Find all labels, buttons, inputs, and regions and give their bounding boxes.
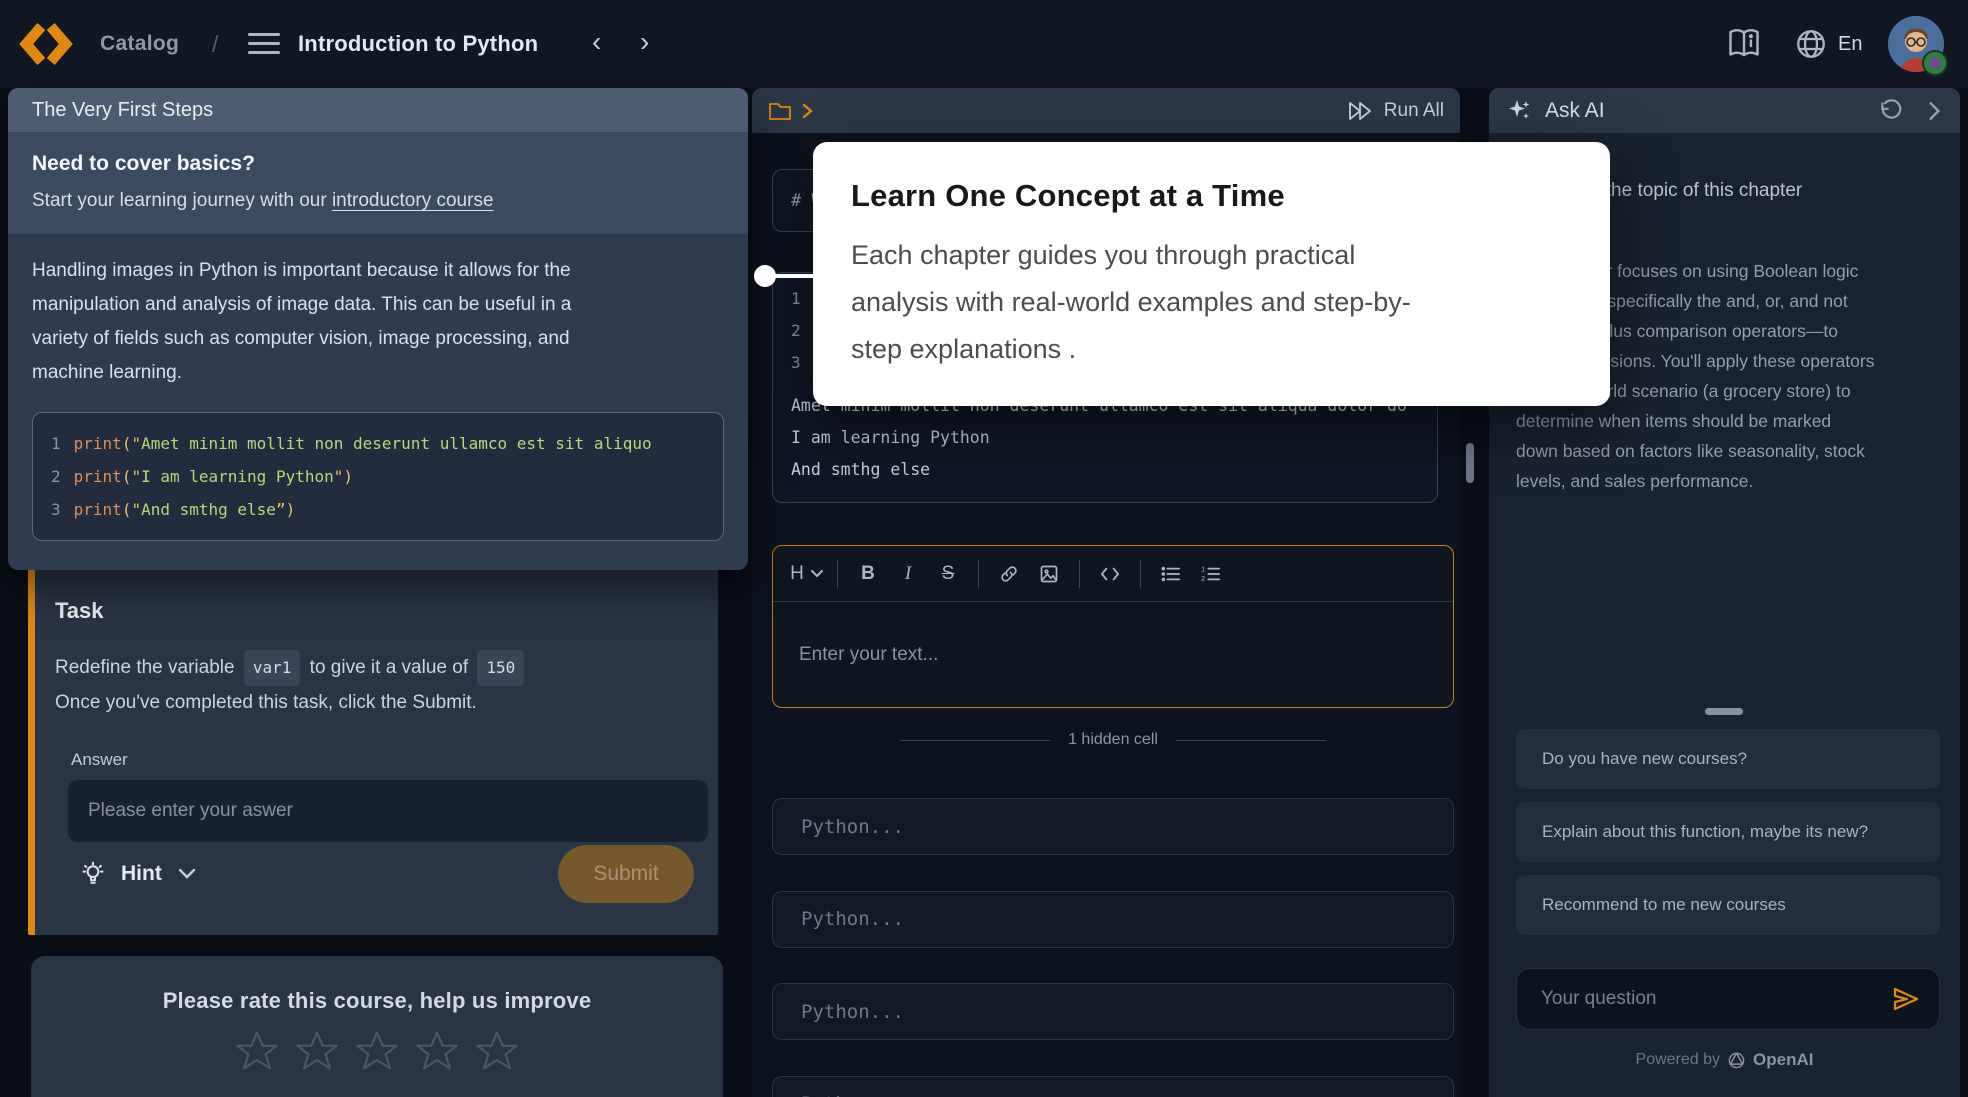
toolbar-separator xyxy=(837,560,838,588)
prev-chapter-button[interactable]: ‹ xyxy=(592,0,601,88)
ordered-list-icon[interactable]: 1 2 xyxy=(1194,557,1228,591)
app-root: Catalog / Introduction to Python ‹ › En xyxy=(0,0,1968,1097)
tour-tooltip: Learn One Concept at a Time Each chapter… xyxy=(813,142,1610,406)
file-icon[interactable] xyxy=(768,100,792,122)
hint-label: Hint xyxy=(121,862,162,886)
star-icon[interactable] xyxy=(474,1028,520,1074)
star-icon[interactable] xyxy=(354,1028,400,1074)
python-code-cell[interactable]: Python... xyxy=(772,891,1454,948)
callout-heading: Need to cover basics? xyxy=(32,152,724,176)
openai-brand-label: OpenAI xyxy=(1753,1050,1813,1070)
toolbar-separator xyxy=(1140,560,1141,588)
question-input[interactable] xyxy=(1517,988,1891,1010)
hidden-cell-label: 1 hidden cell xyxy=(1068,731,1158,749)
bullet-list-icon[interactable] xyxy=(1154,557,1188,591)
answer-label: Answer xyxy=(71,750,694,770)
italic-button[interactable]: I xyxy=(891,557,925,591)
python-code-cell[interactable]: Python... xyxy=(772,798,1454,855)
svg-text:2: 2 xyxy=(1201,574,1205,583)
run-all-label: Run All xyxy=(1384,100,1444,122)
answer-input[interactable] xyxy=(68,780,708,842)
tour-tooltip-body: Each chapter guides you through practica… xyxy=(851,232,1572,373)
heading-dropdown[interactable]: H xyxy=(790,557,824,591)
tour-tooltip-title: Learn One Concept at a Time xyxy=(851,178,1572,214)
svg-text:1: 1 xyxy=(1201,565,1205,573)
breadcrumb-catalog[interactable]: Catalog xyxy=(100,0,179,88)
reset-conversation-icon[interactable] xyxy=(1878,98,1904,124)
submit-button[interactable]: Submit xyxy=(558,845,694,903)
suggestion-chip[interactable]: Explain about this function, maybe its n… xyxy=(1516,802,1940,862)
image-icon[interactable] xyxy=(1032,557,1066,591)
language-globe-icon[interactable] xyxy=(1794,27,1828,61)
collapse-panel-chevron-icon[interactable] xyxy=(1926,100,1942,122)
ask-ai-header: Ask AI xyxy=(1489,88,1960,133)
basics-callout: Need to cover basics? Start your learnin… xyxy=(8,132,748,234)
var-chip: var1 xyxy=(244,650,301,686)
run-all-button[interactable]: Run All xyxy=(1347,100,1444,122)
toolbar-separator xyxy=(978,560,979,588)
notebook-toolbar: Run All xyxy=(752,88,1460,133)
chapters-menu-icon[interactable] xyxy=(248,33,280,55)
lesson-tour-popover: The Very First Steps Need to cover basic… xyxy=(8,88,748,570)
brand-logo-icon[interactable] xyxy=(18,16,74,72)
introductory-course-link[interactable]: introductory course xyxy=(332,190,494,211)
python-code-cell[interactable]: Python... xyxy=(772,983,1454,1040)
send-question-icon[interactable] xyxy=(1891,986,1921,1012)
hidden-cell-divider[interactable]: 1 hidden cell xyxy=(772,731,1454,749)
suggestions-drag-handle[interactable] xyxy=(1705,708,1743,715)
toolbar-separator xyxy=(1079,560,1080,588)
heading-label: H xyxy=(790,563,804,585)
course-title: Introduction to Python xyxy=(298,0,538,88)
editor-text-input[interactable]: Enter your text... xyxy=(773,602,1453,708)
ask-ai-title: Ask AI xyxy=(1545,99,1605,123)
rating-title: Please rate this course, help us improve xyxy=(31,988,723,1014)
star-icon[interactable] xyxy=(294,1028,340,1074)
powered-by-label: Powered by xyxy=(1636,1051,1721,1069)
callout-text-pre: Start your learning journey with our xyxy=(32,190,332,211)
callout-text: Start your learning journey with our int… xyxy=(32,190,724,212)
course-rating-card: Please rate this course, help us improve xyxy=(31,956,723,1097)
task-title: Task xyxy=(55,598,694,624)
tour-connector-line xyxy=(774,274,818,278)
code-icon[interactable] xyxy=(1093,557,1127,591)
file-expand-chevron-icon[interactable] xyxy=(800,101,814,121)
vertical-scrollbar-thumb[interactable] xyxy=(1466,443,1474,483)
task-text: Redefine the variable xyxy=(55,657,235,678)
task-panel: Task Redefine the variable var1 to give … xyxy=(28,540,718,935)
hint-bulb-icon xyxy=(79,860,107,888)
powered-by-row: Powered by OpenAI xyxy=(1489,1050,1960,1070)
language-label[interactable]: En xyxy=(1838,0,1862,88)
user-avatar[interactable] xyxy=(1888,16,1944,72)
task-text-line2: Once you've completed this task, click t… xyxy=(55,692,477,713)
top-navigation-bar: Catalog / Introduction to Python ‹ › En xyxy=(0,0,1968,88)
task-instruction: Redefine the variable var1 to give it a … xyxy=(55,650,694,720)
lesson-code-block: 1print("Amet minim mollit non deserunt u… xyxy=(32,412,724,541)
link-icon[interactable] xyxy=(992,557,1026,591)
sparkles-icon xyxy=(1507,98,1533,124)
openai-logo-icon xyxy=(1727,1051,1746,1070)
strikethrough-button[interactable]: S xyxy=(931,557,965,591)
hint-chevron-down-icon xyxy=(178,868,196,880)
tour-connector-dot xyxy=(754,265,776,287)
rich-text-editor[interactable]: H B I S xyxy=(772,545,1454,708)
avatar-badge xyxy=(1922,50,1948,76)
python-code-cell[interactable]: Python... xyxy=(772,1076,1454,1097)
editor-toolbar: H B I S xyxy=(773,546,1453,602)
handbook-icon[interactable] xyxy=(1726,27,1762,61)
popover-body: Handling images in Python is important b… xyxy=(8,234,748,561)
rating-stars xyxy=(31,1028,723,1074)
value-chip: 150 xyxy=(477,650,524,686)
lesson-paragraph: Handling images in Python is important b… xyxy=(32,254,724,390)
next-chapter-button[interactable]: › xyxy=(640,0,649,88)
suggestion-chip[interactable]: Do you have new courses? xyxy=(1516,729,1940,789)
breadcrumb-separator: / xyxy=(212,0,218,88)
popover-title: The Very First Steps xyxy=(8,88,748,132)
bold-button[interactable]: B xyxy=(851,557,885,591)
star-icon[interactable] xyxy=(234,1028,280,1074)
question-input-wrap xyxy=(1516,968,1940,1030)
suggestion-chip[interactable]: Recommend to me new courses xyxy=(1516,875,1940,935)
task-text: to give it a value of xyxy=(310,657,468,678)
star-icon[interactable] xyxy=(414,1028,460,1074)
